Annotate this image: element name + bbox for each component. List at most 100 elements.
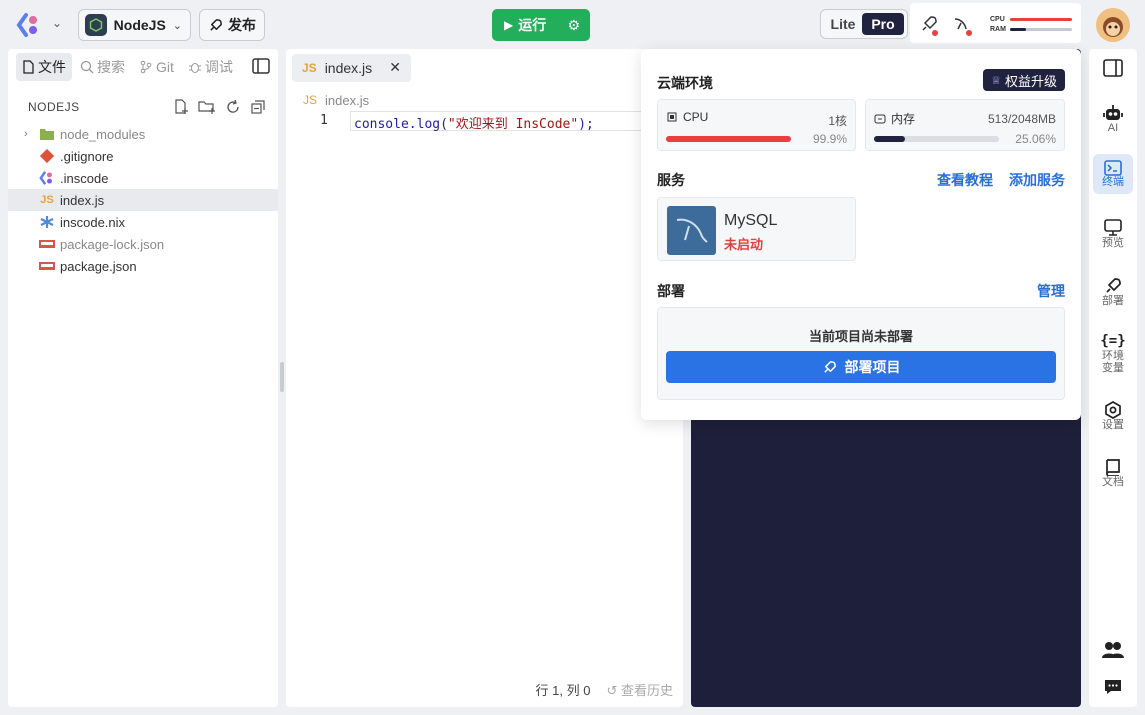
service-status: 未启动 bbox=[724, 237, 764, 252]
chevron-right-icon: › bbox=[24, 128, 28, 140]
tab-search[interactable]: 搜索 bbox=[74, 53, 131, 81]
monitor-icon bbox=[1104, 219, 1122, 236]
users-icon[interactable] bbox=[1102, 641, 1124, 659]
folder-node-icon bbox=[38, 126, 56, 142]
tab-git-label: Git bbox=[156, 59, 174, 75]
panel-resize-handle[interactable] bbox=[280, 362, 284, 392]
deploy-title: 部署 bbox=[657, 283, 685, 299]
breadcrumb: JS index.js bbox=[303, 93, 369, 108]
line-number: 1 bbox=[320, 113, 328, 128]
deploy-box: 当前项目尚未部署 部署项目 bbox=[657, 307, 1065, 400]
tutorial-link[interactable]: 查看教程 bbox=[937, 170, 993, 190]
bug-icon bbox=[188, 63, 201, 73]
tree-item-node-modules[interactable]: › node_modules bbox=[8, 123, 278, 145]
rocket-icon bbox=[210, 18, 222, 31]
tab-debug[interactable]: 调试 bbox=[182, 53, 239, 81]
cpu-icon bbox=[667, 112, 677, 122]
service-card-mysql[interactable]: MySQL 未启动 bbox=[657, 197, 856, 261]
git-icon bbox=[140, 60, 152, 74]
memory-value: 513/2048MB bbox=[987, 112, 1056, 126]
ram-meter bbox=[1010, 28, 1072, 31]
project-selector[interactable]: NodeJS ⌄ bbox=[78, 9, 191, 41]
add-service-link[interactable]: 添加服务 bbox=[1009, 170, 1065, 190]
nodejs-icon bbox=[85, 14, 107, 36]
tree-item-inscode-nix[interactable]: inscode.nix bbox=[8, 211, 278, 233]
mode-toggle[interactable]: Lite Pro bbox=[820, 9, 908, 39]
deploy-message: 当前项目尚未部署 bbox=[808, 329, 913, 344]
book-icon bbox=[1106, 459, 1120, 476]
run-button[interactable]: ▶ 运行 ⚙ bbox=[492, 9, 590, 41]
file-explorer-panel: 文件 搜索 Git 调试 NODEJS › node_modules .giti… bbox=[8, 49, 278, 707]
publish-button[interactable]: 发布 bbox=[199, 9, 265, 41]
tab-git[interactable]: Git bbox=[133, 55, 180, 79]
tab-files-label: 文件 bbox=[38, 59, 66, 75]
js-file-icon: JS bbox=[303, 93, 318, 107]
cpu-meter bbox=[1010, 18, 1072, 21]
toolbar-deploy[interactable]: 部署 bbox=[1093, 277, 1133, 307]
mode-pro[interactable]: Pro bbox=[862, 13, 904, 35]
close-icon[interactable]: ✕ bbox=[389, 59, 401, 76]
chat-icon[interactable] bbox=[1104, 679, 1122, 695]
deploy-project-button[interactable]: 部署项目 bbox=[666, 351, 1056, 383]
settings-icon bbox=[1105, 401, 1121, 419]
memory-card: 内存 513/2048MB 25.06% bbox=[865, 99, 1065, 151]
crown-icon: ♕ bbox=[991, 74, 1001, 87]
top-bar: ⌄ NodeJS ⌄ 发布 ▶ 运行 ⚙ Lite Pro CPU RAM bbox=[0, 0, 1145, 48]
breadcrumb-file[interactable]: index.js bbox=[325, 93, 369, 108]
memory-percent: 25.06% bbox=[1015, 132, 1056, 146]
rocket-icon bbox=[823, 360, 836, 373]
toolbar-preview[interactable]: 预览 bbox=[1093, 219, 1133, 249]
mode-lite[interactable]: Lite bbox=[824, 16, 862, 32]
panel-toggle-icon[interactable] bbox=[1103, 59, 1123, 77]
collapse-all-icon[interactable] bbox=[250, 99, 266, 115]
tree-item-package-json[interactable]: package.json bbox=[8, 255, 278, 277]
code-line[interactable]: 1 console.log("欢迎来到 InsCode"); bbox=[286, 111, 683, 132]
inscode-file-icon bbox=[38, 170, 56, 186]
panel-toggle-icon[interactable] bbox=[252, 58, 270, 74]
cpu-percent: 99.9% bbox=[812, 132, 847, 146]
inscode-logo-icon[interactable] bbox=[16, 12, 42, 38]
explorer-header: NODEJS bbox=[28, 97, 266, 117]
memory-usage-bar bbox=[874, 136, 999, 142]
tree-item-index-js[interactable]: JS index.js bbox=[8, 189, 278, 211]
cursor-position[interactable]: 行 1, 列 0 bbox=[536, 680, 591, 699]
view-history-button[interactable]: ↺ 查看历史 bbox=[606, 680, 673, 699]
tree-item-package-lock[interactable]: package-lock.json bbox=[8, 233, 278, 255]
mysql-icon bbox=[667, 206, 716, 255]
terminal-icon bbox=[1104, 160, 1122, 176]
rocket-icon bbox=[1106, 278, 1121, 293]
toolbar-env-vars[interactable]: {=} 环境变量 bbox=[1093, 332, 1133, 374]
editor-tab-label: index.js bbox=[324, 60, 373, 76]
alert-dot bbox=[966, 30, 972, 36]
npm-file-icon bbox=[38, 258, 56, 274]
npm-file-icon bbox=[38, 236, 56, 252]
cloud-env-title: 云端环境 bbox=[657, 75, 713, 91]
cloud-environment-popup: 云端环境 ♕ 权益升级 CPU 1核 99.9% 内存 513/2048MB 2… bbox=[641, 49, 1081, 420]
tab-files[interactable]: 文件 bbox=[16, 53, 72, 81]
gear-icon[interactable]: ⚙ bbox=[567, 17, 580, 34]
editor-tab-index-js[interactable]: JS index.js ✕ bbox=[292, 54, 411, 82]
file-tree: › node_modules .gitignore .inscode JS in… bbox=[8, 123, 278, 277]
toolbar-terminal[interactable]: 终端 bbox=[1093, 154, 1133, 194]
refresh-icon[interactable] bbox=[225, 99, 241, 115]
toolbar-settings[interactable]: 设置 bbox=[1093, 401, 1133, 431]
file-name: inscode.nix bbox=[60, 214, 126, 230]
service-name: MySQL bbox=[724, 212, 778, 229]
user-avatar[interactable] bbox=[1096, 8, 1130, 42]
resource-status[interactable]: CPU RAM bbox=[910, 3, 1081, 43]
toolbar-docs[interactable]: 文档 bbox=[1093, 458, 1133, 488]
robot-icon bbox=[1103, 105, 1123, 120]
new-file-icon[interactable] bbox=[173, 99, 189, 115]
manage-link[interactable]: 管理 bbox=[1037, 281, 1065, 301]
new-folder-icon[interactable] bbox=[198, 99, 216, 115]
code-editor: JS index.js ✕ JS index.js 1 console.log(… bbox=[286, 49, 683, 707]
ram-meter-label: RAM bbox=[990, 26, 1006, 33]
cpu-value: 1核 bbox=[828, 114, 847, 128]
toolbar-ai[interactable]: AI bbox=[1093, 104, 1133, 134]
file-name: node_modules bbox=[60, 126, 146, 142]
code-text[interactable]: console.log("欢迎来到 InsCode"); bbox=[354, 113, 594, 132]
tree-item-inscode[interactable]: .inscode bbox=[8, 167, 278, 189]
upgrade-button[interactable]: ♕ 权益升级 bbox=[983, 69, 1065, 91]
tree-item-gitignore[interactable]: .gitignore bbox=[8, 145, 278, 167]
chevron-down-icon[interactable]: ⌄ bbox=[52, 16, 62, 30]
